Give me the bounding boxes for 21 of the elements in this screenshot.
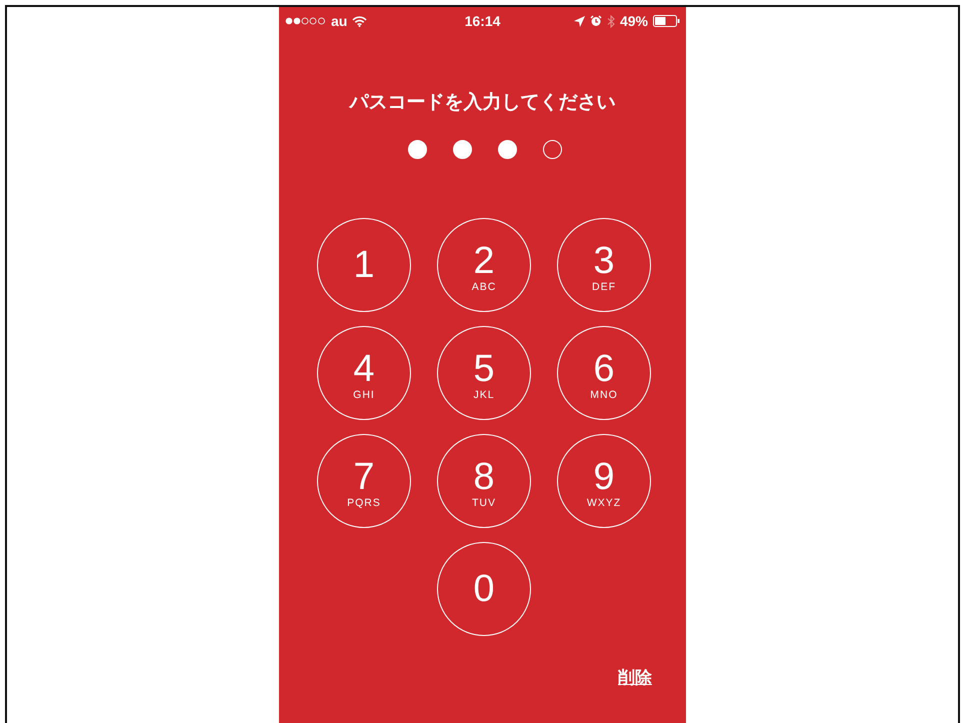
- bluetooth-icon: [606, 14, 615, 28]
- location-arrow-icon: [574, 16, 585, 26]
- clock-time: 16:14: [464, 13, 500, 29]
- carrier-name: au: [331, 13, 348, 29]
- keypad-key[interactable]: 1: [317, 218, 411, 312]
- keypad-key[interactable]: 7 PQRS: [317, 434, 411, 528]
- keypad-key[interactable]: 6 MNO: [557, 326, 651, 420]
- wifi-icon: [352, 16, 368, 26]
- signal-icon: [285, 17, 326, 25]
- keypad-key[interactable]: 5 JKL: [437, 326, 531, 420]
- alarm-clock-icon: [590, 15, 602, 27]
- passcode-prompt: パスコードを入力してください: [350, 90, 616, 115]
- keypad-key[interactable]: 0: [437, 542, 531, 636]
- keypad-key[interactable]: 2 ABC: [437, 218, 531, 312]
- battery-icon: [653, 15, 680, 27]
- keypad-key[interactable]: 3 DEF: [557, 218, 651, 312]
- keypad-key[interactable]: 8 TUV: [437, 434, 531, 528]
- delete-button[interactable]: 削除: [618, 666, 652, 689]
- keypad-key[interactable]: 4 GHI: [317, 326, 411, 420]
- keypad-key[interactable]: 9 WXYZ: [557, 434, 651, 528]
- battery-percentage: 49%: [620, 13, 648, 29]
